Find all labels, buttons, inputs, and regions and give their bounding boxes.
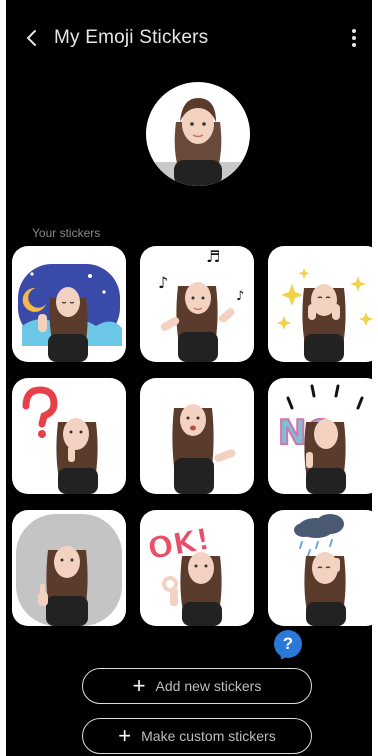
question-think-sticker-icon xyxy=(22,386,98,494)
chevron-left-icon xyxy=(26,30,36,46)
plus-icon: + xyxy=(132,673,146,698)
sparkle-happy-sticker-icon xyxy=(277,268,373,362)
right-edge xyxy=(372,0,378,756)
no-sign-sticker-icon: NO xyxy=(277,384,364,494)
make-custom-stickers-label: Make custom stickers xyxy=(141,728,276,744)
sticker-talk-gesture[interactable] xyxy=(140,378,254,494)
sticker-sparkle-happy[interactable] xyxy=(268,246,378,362)
add-new-stickers-button[interactable]: + Add new stickers xyxy=(82,668,312,704)
thumbs-up-sticker-icon xyxy=(16,514,122,626)
plus-icon: + xyxy=(118,723,132,748)
more-vertical-icon xyxy=(352,29,356,47)
sticker-no-sign[interactable]: NO xyxy=(268,378,378,494)
add-new-stickers-label: Add new stickers xyxy=(155,678,262,694)
rain-cloud-sad-sticker-icon xyxy=(294,514,346,626)
ok-sign-sticker-icon: OK! xyxy=(145,522,222,626)
svg-text:♪: ♪ xyxy=(236,289,244,304)
page-title: My Emoji Stickers xyxy=(54,27,209,48)
make-custom-stickers-button[interactable]: + Make custom stickers xyxy=(82,718,312,754)
talk-gesture-sticker-icon xyxy=(172,404,236,494)
sticker-music-dance[interactable]: ♬ ♪ ♪ xyxy=(140,246,254,362)
sticker-sleepy-night[interactable] xyxy=(12,246,126,362)
sticker-rain-cloud-sad[interactable] xyxy=(268,510,378,626)
svg-text:♬: ♬ xyxy=(206,247,220,266)
sticker-question-think[interactable] xyxy=(12,378,126,494)
sleepy-night-sticker-icon xyxy=(18,264,122,362)
app-bar: My Emoji Stickers xyxy=(6,18,372,58)
emoji-avatar-icon xyxy=(146,98,250,186)
back-button[interactable] xyxy=(20,26,44,50)
svg-text:♪: ♪ xyxy=(158,273,168,292)
sticker-thumbs-up[interactable] xyxy=(12,510,126,626)
sticker-ok-sign[interactable]: OK! xyxy=(140,510,254,626)
help-button[interactable]: ? xyxy=(274,630,302,658)
music-dance-sticker-icon: ♬ ♪ ♪ xyxy=(158,247,244,362)
profile-avatar[interactable] xyxy=(146,82,250,186)
section-label: Your stickers xyxy=(32,226,101,240)
more-options-button[interactable] xyxy=(342,26,366,50)
